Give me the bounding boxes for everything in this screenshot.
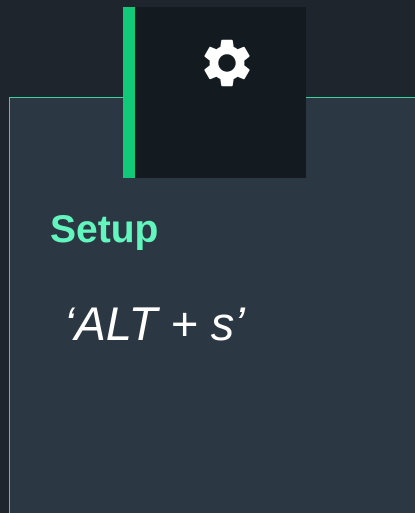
keyboard-shortcut: ‘ALT + s’ — [64, 297, 245, 350]
setup-tab[interactable] — [123, 7, 306, 178]
tooltip-title: Setup — [50, 208, 159, 251]
gear-icon — [204, 39, 250, 87]
